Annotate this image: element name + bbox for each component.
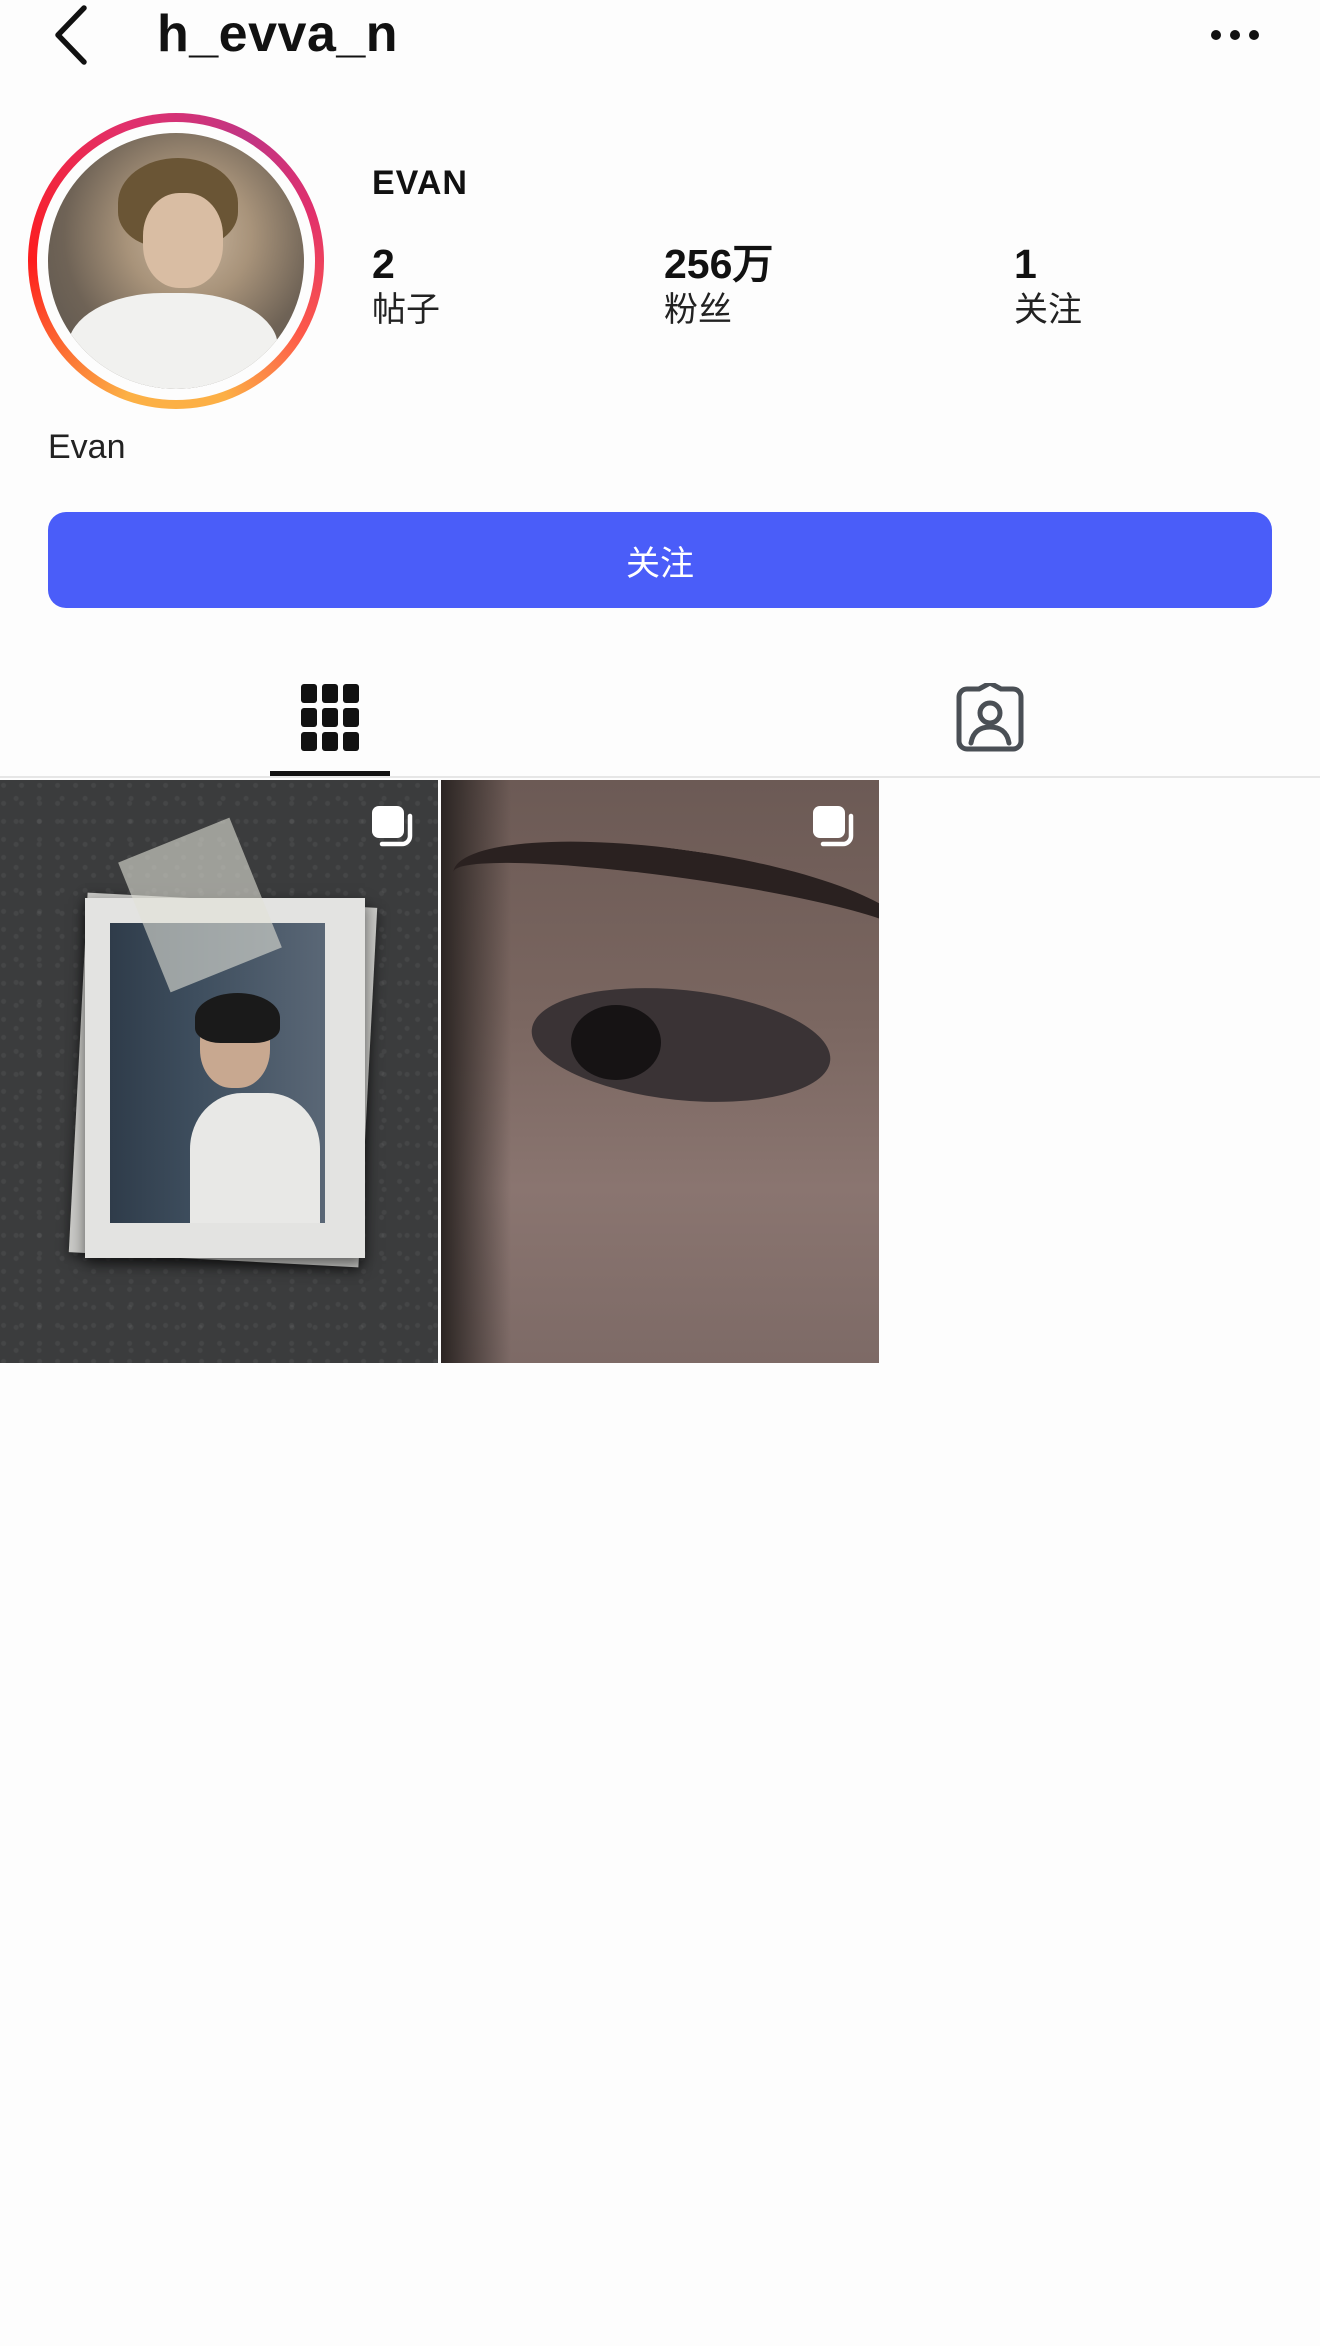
more-options-button[interactable] xyxy=(1200,10,1270,60)
carousel-icon xyxy=(813,806,854,847)
stat-posts-label: 帖子 xyxy=(372,291,440,329)
grid-icon xyxy=(301,684,359,751)
chevron-left-icon xyxy=(55,5,87,65)
profile-page: h_evva_n EVAN 2 帖子 256万 粉丝 1 关注 Evan 关注 xyxy=(0,0,1320,2346)
stat-followers[interactable]: 256万 粉丝 xyxy=(664,240,773,332)
stat-followers-label: 粉丝 xyxy=(664,291,732,329)
profile-username: h_evva_n xyxy=(157,5,399,63)
grid-post-1[interactable] xyxy=(0,780,438,1363)
tagged-person-icon xyxy=(956,683,1024,752)
stat-following[interactable]: 1 关注 xyxy=(1014,240,1082,332)
tab-posts-grid[interactable] xyxy=(270,660,390,776)
top-bar: h_evva_n xyxy=(0,0,1320,70)
more-horizontal-icon xyxy=(1211,30,1259,40)
active-tab-indicator xyxy=(270,771,390,776)
grid-post-2[interactable] xyxy=(441,780,879,1363)
story-ring[interactable] xyxy=(28,113,324,409)
bio-name: Evan xyxy=(48,428,126,466)
back-button[interactable] xyxy=(50,0,110,70)
profile-tabs xyxy=(0,660,1320,778)
avatar xyxy=(48,133,304,389)
stat-following-count: 1 xyxy=(1014,241,1037,287)
display-name: EVAN xyxy=(372,164,468,202)
stat-followers-count: 256万 xyxy=(664,241,774,287)
carousel-icon xyxy=(372,806,413,847)
stat-following-label: 关注 xyxy=(1014,291,1082,329)
stat-posts[interactable]: 2 帖子 xyxy=(372,240,440,332)
tab-tagged[interactable] xyxy=(930,660,1050,776)
follow-button[interactable]: 关注 xyxy=(48,512,1272,608)
stat-posts-count: 2 xyxy=(372,241,395,287)
